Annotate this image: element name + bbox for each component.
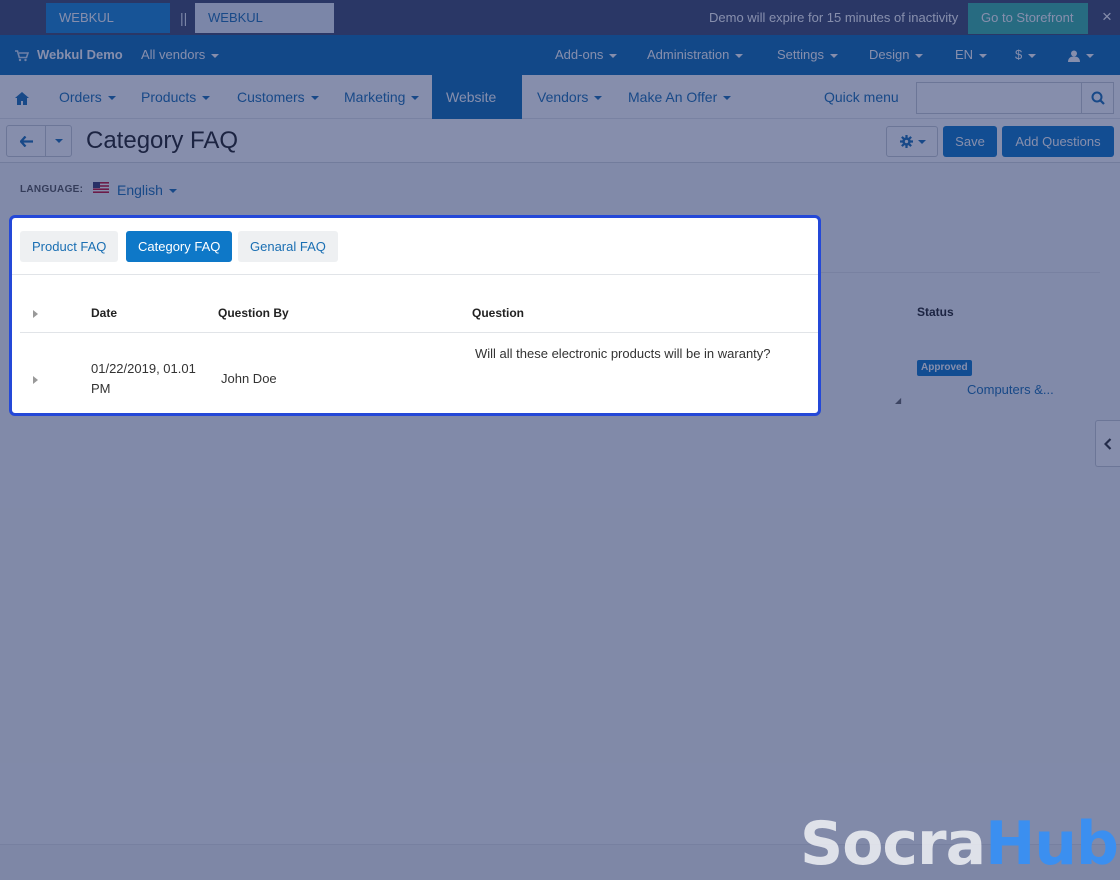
search-icon	[1091, 91, 1105, 105]
all-vendors-dropdown[interactable]: All vendors	[141, 35, 220, 75]
administration-menu[interactable]: Administration	[647, 35, 744, 75]
user-icon	[1068, 50, 1080, 62]
language-label: LANGUAGE:	[20, 184, 84, 195]
tab-genaral-faq[interactable]: Genaral FAQ	[238, 231, 338, 262]
close-icon[interactable]: ×	[1102, 3, 1112, 31]
socrahub-watermark: SocraHub	[800, 809, 1119, 879]
home-icon[interactable]	[15, 75, 29, 119]
sidebar-toggle[interactable]	[1095, 420, 1120, 467]
demo-notice: Demo will expire for 15 minutes of inact…	[709, 10, 959, 25]
nav-customers[interactable]: Customers	[237, 75, 319, 119]
tab-category-faq[interactable]: Category FAQ	[126, 231, 233, 262]
nav-marketing[interactable]: Marketing	[344, 75, 420, 119]
date-column-header: Date	[91, 306, 118, 320]
resize-handle-icon: ◢	[895, 396, 902, 405]
brand-link[interactable]: Webkul Demo	[37, 35, 123, 75]
webkul-support-button[interactable]: WEBKUL SUPPORT	[195, 3, 334, 55]
nav-vendors[interactable]: Vendors	[537, 75, 603, 119]
webkul-addon-button[interactable]: WEBKUL ADDON	[46, 3, 170, 55]
settings-menu[interactable]: Settings	[777, 35, 838, 75]
addons-menu[interactable]: Add-ons	[555, 35, 618, 75]
save-button[interactable]: Save	[943, 126, 997, 157]
language-selector[interactable]: English	[117, 182, 177, 198]
add-questions-button[interactable]: Add Questions	[1002, 126, 1114, 157]
top-bar: WEBKUL ADDON || WEBKUL SUPPORT Demo will…	[0, 0, 1120, 55]
tab-product-faq[interactable]: Product FAQ	[20, 231, 119, 262]
settings-gear-button[interactable]	[886, 126, 938, 157]
main-navigation: Orders Products Customers Marketing Webs…	[0, 75, 1120, 145]
row-question[interactable]: Will all these electronic products will …	[475, 344, 805, 364]
question-column-header: Question	[472, 306, 525, 320]
go-to-storefront-button[interactable]: Go to Storefront	[968, 3, 1088, 34]
design-menu[interactable]: Design	[869, 35, 924, 75]
language-menu[interactable]: EN	[955, 35, 988, 75]
currency-menu[interactable]: $	[1015, 35, 1037, 75]
nav-make-an-offer[interactable]: Make An Offer	[628, 75, 732, 119]
header-divider	[20, 332, 818, 333]
quick-menu[interactable]: Quick menu	[824, 75, 899, 119]
nav-website[interactable]: Website	[432, 75, 522, 145]
question-by-column-header: Question By	[218, 306, 289, 320]
user-menu[interactable]	[1068, 35, 1094, 75]
category-link[interactable]: Computers &...	[967, 382, 1054, 397]
row-question-by: John Doe	[221, 371, 277, 386]
nav-products[interactable]: Products	[141, 75, 211, 119]
chevron-left-icon	[1104, 438, 1112, 450]
page-title: Category FAQ	[86, 127, 239, 154]
page-toolbar: Category FAQ Save Add Questions	[0, 119, 1120, 163]
status-badge: Approved	[917, 360, 972, 376]
back-dropdown-button[interactable]	[45, 125, 72, 157]
arrow-left-icon	[20, 136, 33, 147]
expand-row-icon[interactable]	[33, 376, 38, 384]
tabs-divider	[12, 274, 818, 275]
admin-bar: Webkul Demo All vendors Add-ons Administ…	[0, 35, 1120, 75]
search-input[interactable]	[916, 82, 1082, 114]
gear-icon	[900, 135, 913, 148]
cart-icon	[15, 35, 30, 75]
search-button[interactable]	[1081, 82, 1114, 114]
status-column-header: Status	[917, 305, 954, 319]
faq-highlight-card: Product FAQ Category FAQ Genaral FAQ Dat…	[9, 215, 821, 416]
expand-all-icon[interactable]	[33, 310, 38, 318]
back-button[interactable]	[6, 125, 46, 157]
nav-orders[interactable]: Orders	[59, 75, 116, 119]
row-date: 01/22/2019, 01.01 PM	[91, 361, 196, 396]
us-flag-icon	[93, 182, 109, 193]
topbar-separator: ||	[180, 10, 188, 26]
